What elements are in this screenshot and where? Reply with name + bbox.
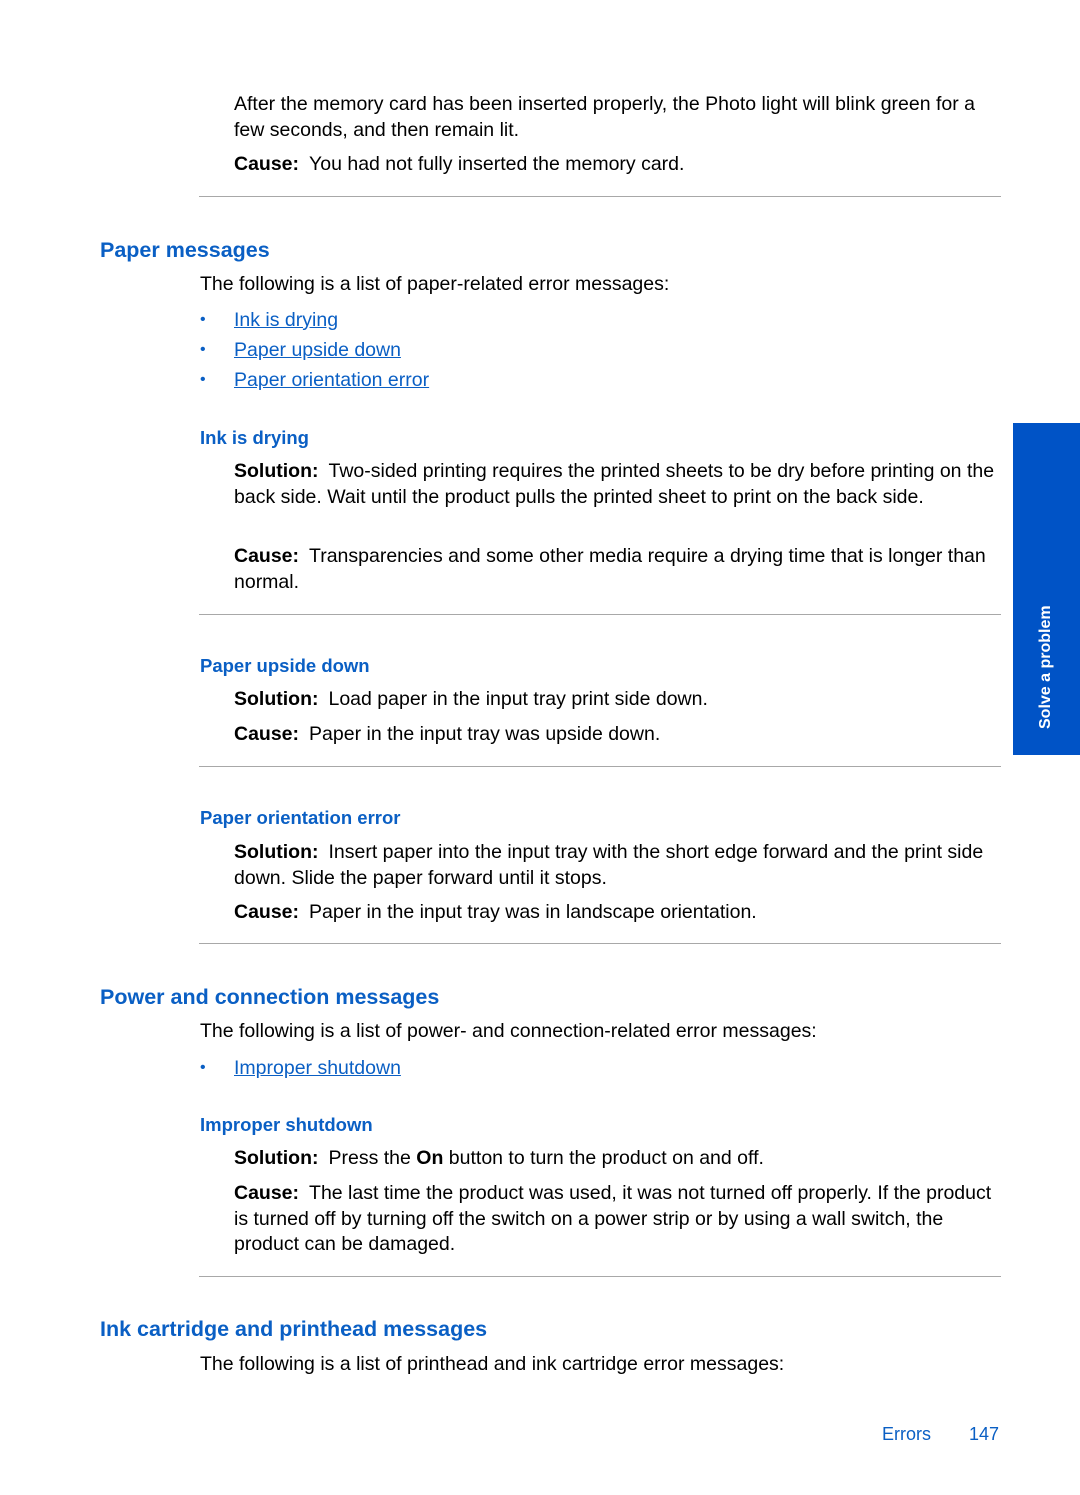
section-divider [199,196,1001,197]
link-paper-orientation-error[interactable]: Paper orientation error [234,367,429,393]
solution-label: Solution: [234,460,319,482]
solution-label: Solution: [234,1147,319,1169]
heading-ink-is-drying: Ink is drying [200,427,309,448]
ink-messages-intro: The following is a list of printhead and… [200,1353,785,1375]
cause-label: Cause: [234,545,300,567]
chapter-side-tab-label: Solve a problem [1037,605,1054,729]
paper-orientation-solution: Solution: Insert paper into the input tra… [234,840,1006,891]
bullet-icon: • [200,371,206,388]
heading-paper-orientation-error: Paper orientation error [200,807,401,828]
heading-power-connection-messages: Power and connection messages [100,985,440,1009]
memory-card-note: After the memory card has been inserted … [234,93,976,141]
link-ink-is-drying[interactable]: Ink is drying [234,307,338,333]
footer-page-number: 147 [969,1424,1000,1444]
improper-shutdown-solution: Solution: Press the On button to turn the… [234,1146,1006,1172]
footer-section-name: Errors [882,1424,931,1444]
solution-label: Solution: [234,688,319,710]
bullet-icon: • [200,311,206,328]
solution-text-pre: Press the [328,1147,417,1169]
cause-text: The last time the product was used, it w… [234,1182,992,1255]
section-divider [199,766,1001,767]
solution-text: Two-sided printing requires the printed … [234,460,995,508]
link-improper-shutdown[interactable]: Improper shutdown [234,1055,401,1081]
cause-label: Cause: [234,1182,300,1204]
section-divider [199,1276,1001,1277]
bullet-icon: • [200,1059,206,1076]
paper-messages-intro: The following is a list of paper-related… [200,273,670,295]
solution-text-post: button to turn the product on and off. [443,1147,764,1169]
cause-label: Cause: [234,153,300,175]
cause-label: Cause: [234,901,300,923]
paper-orientation-cause: Cause: Paper in the input tray was in lan… [234,900,1006,926]
power-messages-intro: The following is a list of power- and co… [200,1020,817,1042]
chapter-side-tab: Solve a problem [1013,423,1080,755]
cause-text: Transparencies and some other media requ… [234,545,986,593]
on-button-name: On [416,1147,444,1169]
heading-ink-cartridge-printhead-messages: Ink cartridge and printhead messages [100,1317,488,1341]
ink-drying-cause: Cause: Transparencies and some other medi… [234,544,1006,595]
paper-upside-down-solution: Solution: Load paper in the input tray pr… [234,687,1006,713]
improper-shutdown-cause: Cause: The last time the product was used… [234,1181,1006,1258]
link-paper-upside-down[interactable]: Paper upside down [234,337,401,363]
cause-text: You had not fully inserted the memory ca… [309,153,685,175]
bullet-icon: • [200,341,206,358]
solution-text: Insert paper into the input tray with th… [234,841,984,889]
solution-label: Solution: [234,841,319,863]
cause-text: Paper in the input tray was upside down. [309,723,661,745]
heading-paper-upside-down: Paper upside down [200,655,370,676]
cause-text: Paper in the input tray was in landscape… [309,901,757,923]
heading-improper-shutdown: Improper shutdown [200,1114,373,1135]
cause-label: Cause: [234,723,300,745]
solution-text: Load paper in the input tray print side … [328,688,708,710]
heading-paper-messages: Paper messages [100,238,270,262]
memory-card-cause: Cause: You had not fully inserted the mem… [234,152,1006,178]
section-divider [199,614,1001,615]
section-divider [199,943,1001,944]
ink-drying-solution: Solution: Two-sided printing requires the… [234,459,1006,510]
paper-upside-down-cause: Cause: Paper in the input tray was upside… [234,722,1006,748]
